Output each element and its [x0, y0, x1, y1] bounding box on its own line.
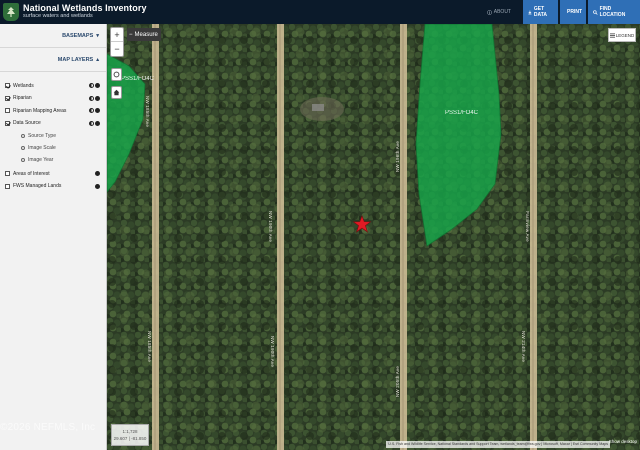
- layer-label: Wetlands: [13, 82, 34, 89]
- app-subtitle: surface waters and wetlands: [23, 13, 93, 20]
- road-label: NW 190th Ave: [270, 335, 276, 368]
- info-circle-icon: [486, 9, 492, 15]
- list-icon: [609, 33, 615, 38]
- wetland-code-label: PSS1/FO4C: [121, 76, 155, 82]
- layer-wetlands[interactable]: Wetlands: [0, 80, 106, 91]
- riparian-mapping-areas-checkbox[interactable]: [5, 108, 10, 113]
- data-source-option-image-scale[interactable]: Image Scale: [0, 142, 106, 154]
- wetland-code-label: PSS1/FO4C: [445, 110, 479, 116]
- layer-label: FWS Managed Lands: [13, 183, 62, 189]
- layer-label: Areas of Interest: [13, 170, 50, 177]
- legend-label: LEGEND: [615, 32, 635, 38]
- source-type-radio[interactable]: [21, 134, 25, 138]
- layer-riparian-mapping-areas[interactable]: Riparian Mapping Areas: [0, 105, 106, 116]
- layer-fws-managed-lands[interactable]: FWS Managed Lands: [0, 181, 106, 192]
- map-attribution: U.S. Fish and Wildlife Service, National…: [386, 441, 610, 448]
- zoom-out-button[interactable]: −: [111, 42, 123, 56]
- road-label: NW 185th Ave: [147, 330, 153, 363]
- data-source-option-image-year[interactable]: Image Year: [0, 154, 106, 166]
- image-scale-radio[interactable]: [21, 146, 25, 150]
- zoom-in-button[interactable]: +: [111, 28, 123, 42]
- layer-riparian[interactable]: Riparian: [0, 93, 106, 104]
- print-label: PRINT: [567, 9, 582, 15]
- road-label: NW 190th Ave: [268, 210, 274, 243]
- app-header: National Wetlands Inventory surface wate…: [0, 0, 640, 24]
- map-layers-panel-toggle[interactable]: MAP LAYERS ▴: [0, 48, 106, 72]
- minus-icon: −: [129, 31, 133, 38]
- option-label: Image Scale: [28, 145, 56, 151]
- layer-icons: [89, 108, 100, 113]
- road-label: NW 214th Ave: [521, 330, 527, 363]
- locate-icon: [113, 71, 120, 78]
- fws-managed-lands-checkbox[interactable]: [5, 183, 10, 189]
- road-label: Farmview Ave: [524, 211, 530, 242]
- aerial-imagery: [107, 24, 640, 450]
- option-label: Source Type: [28, 133, 56, 139]
- layer-icons: [89, 95, 100, 101]
- locate-button[interactable]: [111, 68, 122, 81]
- home-button[interactable]: [111, 86, 122, 99]
- home-icon: [113, 89, 120, 96]
- map-canvas[interactable]: PSS1/FO4C PSS1/FO4C NW 185th Ave NW 190t…: [107, 24, 640, 450]
- wetlands-checkbox[interactable]: [5, 83, 10, 88]
- fws-logo-icon: [3, 3, 19, 21]
- option-label: Image Year: [28, 157, 54, 163]
- data-source-checkbox[interactable]: [5, 120, 10, 126]
- zoom-control: + −: [110, 27, 124, 57]
- riparian-checkbox[interactable]: [5, 95, 10, 101]
- info-icon[interactable]: [95, 95, 100, 101]
- app-title: National Wetlands Inventory: [23, 3, 147, 14]
- coordinates: 29.607 | -81.850: [113, 436, 147, 441]
- chevron-down-icon: ▾: [96, 32, 99, 39]
- info-icon[interactable]: [95, 108, 100, 113]
- layer-icons: [95, 171, 100, 176]
- data-source-option-source-type[interactable]: Source Type: [0, 130, 106, 142]
- scale-ratio: 1:1,728: [122, 429, 138, 434]
- chevron-up-icon: ▴: [96, 56, 99, 63]
- basemaps-label: BASEMAPS: [62, 32, 94, 39]
- measure-button[interactable]: − Measure: [127, 28, 161, 41]
- legend-button[interactable]: LEGEND: [608, 28, 636, 42]
- info-icon[interactable]: [95, 171, 100, 176]
- get-data-label: GET DATA: [533, 6, 548, 18]
- road-label: NW 196th Ave: [395, 140, 401, 173]
- road-label: NW 185th Ave: [145, 95, 151, 128]
- layer-label: Riparian: [13, 95, 32, 101]
- opacity-icon[interactable]: [89, 108, 94, 113]
- download-icon: [528, 10, 532, 14]
- basemaps-panel-toggle[interactable]: BASEMAPS ▾: [0, 24, 106, 48]
- location-star-marker-icon[interactable]: [353, 215, 371, 233]
- get-data-button[interactable]: GET DATA: [523, 0, 558, 24]
- layer-label: Riparian Mapping Areas: [13, 107, 67, 114]
- show-desktop-label[interactable]: Show desktop: [609, 439, 637, 444]
- measure-label: Measure: [134, 31, 158, 38]
- opacity-icon[interactable]: [89, 120, 94, 126]
- layer-label: Data Source: [13, 120, 41, 126]
- info-icon[interactable]: [95, 120, 100, 126]
- info-icon[interactable]: [95, 83, 100, 88]
- sidebar: BASEMAPS ▾ MAP LAYERS ▴ Wetlands Riparia…: [0, 24, 107, 450]
- scale-readout: 1:1,728 29.607 | -81.850: [111, 424, 149, 446]
- layer-list: Wetlands Riparian Riparian Mapping Areas: [0, 72, 106, 192]
- layer-data-source[interactable]: Data Source: [0, 118, 106, 129]
- opacity-icon[interactable]: [89, 95, 94, 101]
- layer-icons: [95, 183, 100, 189]
- about-label: ABOUT: [493, 9, 511, 15]
- print-button[interactable]: PRINT: [560, 0, 586, 24]
- search-icon: [593, 9, 598, 15]
- map-layers-label: MAP LAYERS: [57, 56, 94, 63]
- find-location-label: FIND LOCATION: [599, 6, 626, 18]
- copyright-watermark: ©2026 NEFMLS, Inc: [0, 422, 96, 433]
- app-title-block: National Wetlands Inventory surface wate…: [23, 4, 147, 20]
- road-label: NW 205th Ave: [395, 365, 401, 398]
- image-year-radio[interactable]: [21, 158, 25, 162]
- about-link[interactable]: ABOUT: [486, 9, 511, 15]
- info-icon[interactable]: [95, 183, 100, 189]
- layer-icons: [89, 83, 100, 88]
- layer-icons: [89, 120, 100, 126]
- opacity-icon[interactable]: [89, 83, 94, 88]
- find-location-button[interactable]: FIND LOCATION: [588, 0, 640, 24]
- layer-areas-of-interest[interactable]: Areas of Interest: [0, 168, 106, 179]
- areas-of-interest-checkbox[interactable]: [5, 171, 10, 176]
